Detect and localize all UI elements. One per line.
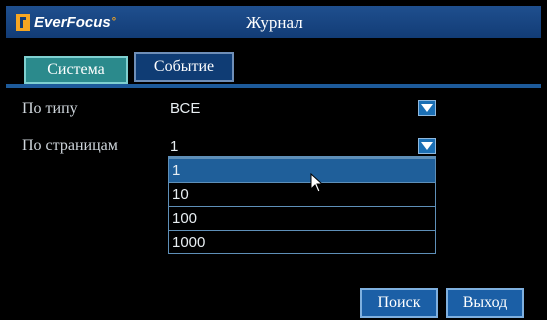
everfocus-logo-icon — [16, 13, 30, 31]
exit-button[interactable]: Выход — [446, 288, 524, 318]
tab-strip-divider — [6, 84, 541, 88]
tab-system[interactable]: Система — [24, 56, 128, 84]
dropdown-option[interactable]: 100 — [169, 207, 435, 231]
window-title: Журнал — [246, 13, 303, 32]
filter-type-value: ВСЕ — [170, 100, 201, 117]
search-button[interactable]: Поиск — [360, 288, 438, 318]
filter-type-select[interactable]: ВСЕ — [168, 98, 436, 120]
brand-logo: EverFocus ° — [16, 12, 116, 32]
mouse-pointer-icon — [310, 173, 324, 193]
dropdown-option[interactable]: 10 — [169, 183, 435, 207]
brand-name: EverFocus — [34, 13, 111, 31]
filter-type-label: По типу — [22, 100, 78, 117]
brand-mark-suffix: ° — [111, 16, 117, 28]
filter-pages-value: 1 — [170, 138, 179, 155]
tab-event[interactable]: Событие — [134, 52, 234, 82]
filter-pages-label: По страницам — [22, 137, 118, 154]
dropdown-option[interactable]: 1 — [169, 159, 435, 183]
title-bar: EverFocus ° Журнал — [6, 6, 541, 38]
pages-dropdown-list: 1 10 100 1000 — [168, 158, 436, 254]
filter-pages-select[interactable]: 1 — [168, 136, 436, 158]
dvr-log-screen: EverFocus ° Журнал Система Событие По ти… — [0, 0, 547, 320]
dropdown-option[interactable]: 1000 — [169, 231, 435, 255]
chevron-down-icon[interactable] — [418, 100, 436, 116]
chevron-down-icon[interactable] — [418, 138, 436, 154]
